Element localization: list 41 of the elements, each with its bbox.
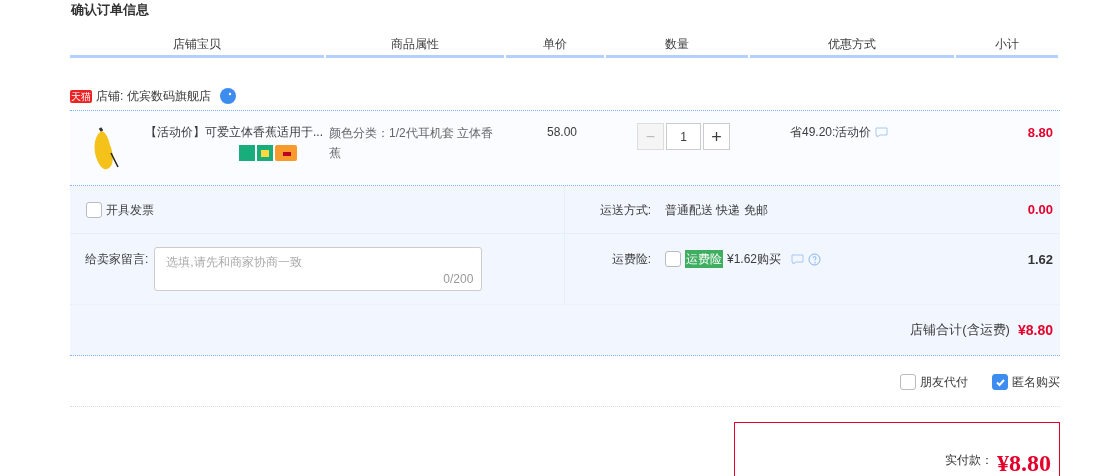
bag-icon	[257, 145, 273, 161]
section-title: 确认订单信息	[71, 1, 149, 19]
checkbox[interactable]	[665, 251, 681, 267]
insurance-fee: 1.62	[1027, 251, 1054, 269]
payment-amount: ¥8.80	[997, 449, 1051, 476]
item-title[interactable]: 【活动价】可爱立体香蕉适用于...	[145, 123, 323, 141]
item-attribute: 颜色分类：1/2代耳机套 立体香蕉	[328, 125, 494, 162]
insurance-price: ¥1.62购买	[727, 251, 782, 268]
column-header: 商品属性	[325, 30, 504, 58]
column-header: 优惠方式	[749, 30, 955, 58]
comment-icon[interactable]	[791, 253, 805, 265]
column-header: 单价	[505, 30, 605, 58]
payment-label: 实付款：	[945, 452, 993, 469]
comment-icon[interactable]	[875, 127, 889, 138]
store-total-label: 店铺合计(含运费)	[910, 321, 1010, 340]
unit-price: 58.00	[546, 124, 579, 141]
item-subtotal: 8.80	[1026, 124, 1054, 142]
column-header: 店铺宝贝	[70, 30, 324, 58]
option-label: 匿名购买	[1012, 374, 1060, 391]
shipping-method: 普通配送 快递 免邮	[665, 201, 768, 219]
checkbox[interactable]	[992, 374, 1008, 390]
quantity-field[interactable]: 1	[666, 123, 701, 150]
store-badge: 天猫	[70, 89, 92, 103]
checkbox[interactable]	[900, 374, 916, 390]
shipping-fee: 0.00	[1027, 200, 1054, 219]
checkbox[interactable]	[86, 201, 102, 218]
store-total: ¥8.80	[1017, 320, 1053, 340]
shipping-label: 运送方式:	[598, 201, 651, 219]
option-label: 朋友代付	[920, 374, 968, 391]
insurance-tag: 运费险	[685, 250, 723, 268]
insurance-label: 运费险:	[610, 251, 651, 268]
message-label: 给卖家留言:	[85, 251, 149, 268]
column-header: 小计	[956, 30, 1058, 58]
increase-button[interactable]: +	[703, 123, 730, 150]
discount-text: 省49.20:活动价	[790, 124, 872, 141]
help-icon[interactable]	[808, 252, 822, 266]
character-counter: 0/200	[443, 271, 474, 288]
card-icon	[275, 145, 297, 161]
store-name[interactable]: 店铺: 优宾数码旗舰店	[96, 87, 211, 105]
column-header: 数量	[606, 30, 748, 58]
invoice-label: 开具发票	[106, 201, 154, 219]
